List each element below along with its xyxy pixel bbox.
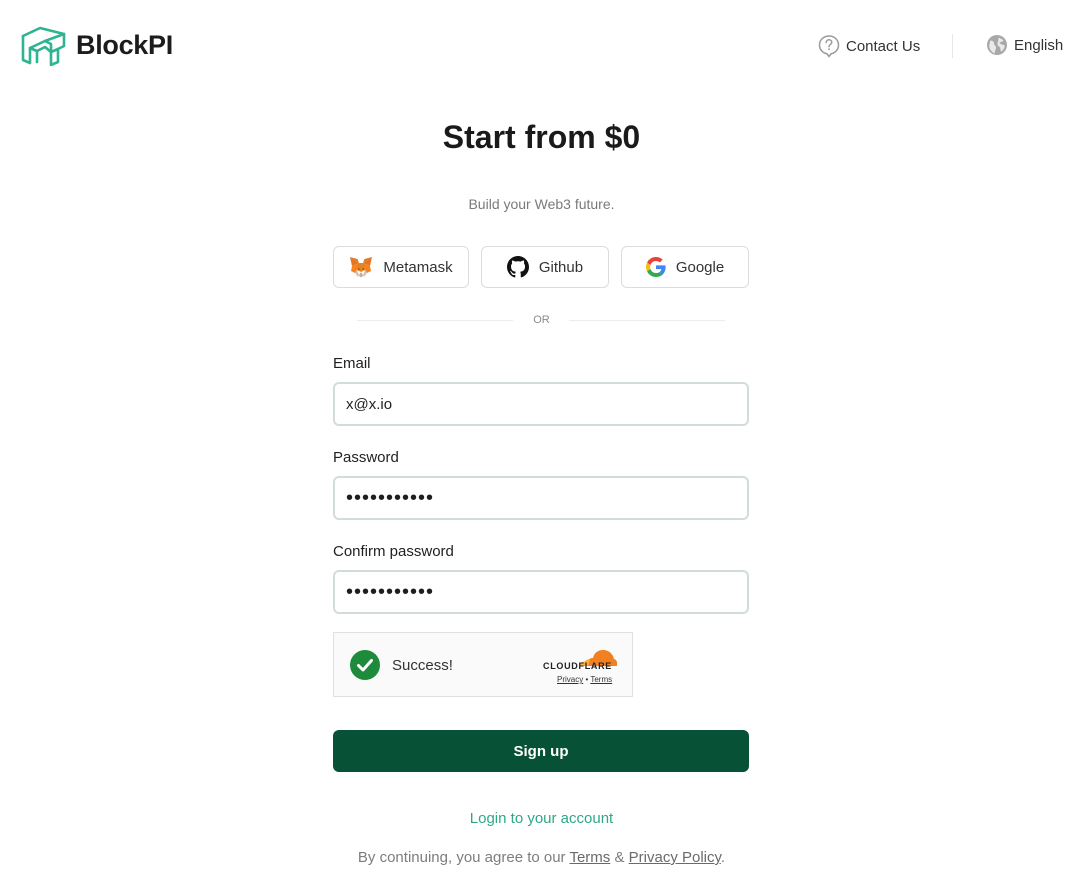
- brand-name: BlockPI: [76, 29, 173, 60]
- page-title: Start from $0: [442, 119, 641, 155]
- header-divider: [952, 34, 953, 58]
- legal-prefix: By continuing, you agree to our: [357, 849, 570, 866]
- sign-up-button[interactable]: Sign up: [333, 730, 749, 772]
- github-label: Github: [538, 258, 584, 276]
- top-header: BlockPI Contact Us English: [0, 0, 1083, 92]
- email-label: Email: [333, 355, 371, 372]
- contact-us-link[interactable]: Contact Us: [818, 34, 920, 58]
- legal-suffix: .: [720, 849, 726, 866]
- captcha-links: Privacy • Terms: [557, 675, 612, 684]
- github-icon: [506, 256, 529, 278]
- confirm-password-label: Confirm password: [333, 543, 454, 560]
- confirm-password-field[interactable]: [333, 570, 749, 614]
- brand-logo[interactable]: BlockPI: [20, 24, 173, 66]
- page-subtitle: Build your Web3 future.: [468, 196, 615, 212]
- help-circle-icon: [818, 35, 840, 58]
- language-selector[interactable]: English: [986, 34, 1063, 56]
- google-label: Google: [675, 258, 725, 276]
- cloudflare-wordmark: CLOUDFLARE: [543, 661, 612, 671]
- metamask-label: Metamask: [383, 258, 453, 276]
- language-label: English: [1014, 36, 1064, 54]
- github-login-button[interactable]: Github: [481, 246, 609, 288]
- privacy-policy-link[interactable]: Privacy Policy: [629, 849, 721, 866]
- captcha-privacy-link[interactable]: Privacy: [557, 675, 583, 684]
- or-divider-right: [569, 320, 725, 321]
- password-label: Password: [333, 449, 399, 466]
- contact-us-label: Contact Us: [846, 37, 921, 55]
- turnstile-captcha[interactable]: Success! CLOUDFLARE Privacy • Terms: [333, 632, 633, 697]
- metamask-fox-icon: [350, 257, 373, 277]
- password-field[interactable]: [333, 476, 749, 520]
- metamask-login-button[interactable]: Metamask: [333, 246, 469, 288]
- captcha-terms-link[interactable]: Terms: [590, 675, 612, 684]
- captcha-link-separator: •: [585, 675, 589, 684]
- terms-link[interactable]: Terms: [569, 849, 610, 866]
- check-circle-icon: [350, 650, 380, 680]
- legal-and: &: [610, 849, 629, 866]
- or-divider-text: OR: [533, 314, 550, 326]
- email-field[interactable]: [333, 382, 749, 426]
- blockpi-logo-icon: [21, 26, 66, 66]
- captcha-status: Success!: [392, 657, 453, 674]
- globe-icon: [987, 35, 1007, 55]
- login-link[interactable]: Login to your account: [0, 810, 1083, 827]
- google-icon: [645, 257, 666, 277]
- legal-notice: By continuing, you agree to our Terms & …: [0, 849, 1083, 866]
- google-login-button[interactable]: Google: [621, 246, 749, 288]
